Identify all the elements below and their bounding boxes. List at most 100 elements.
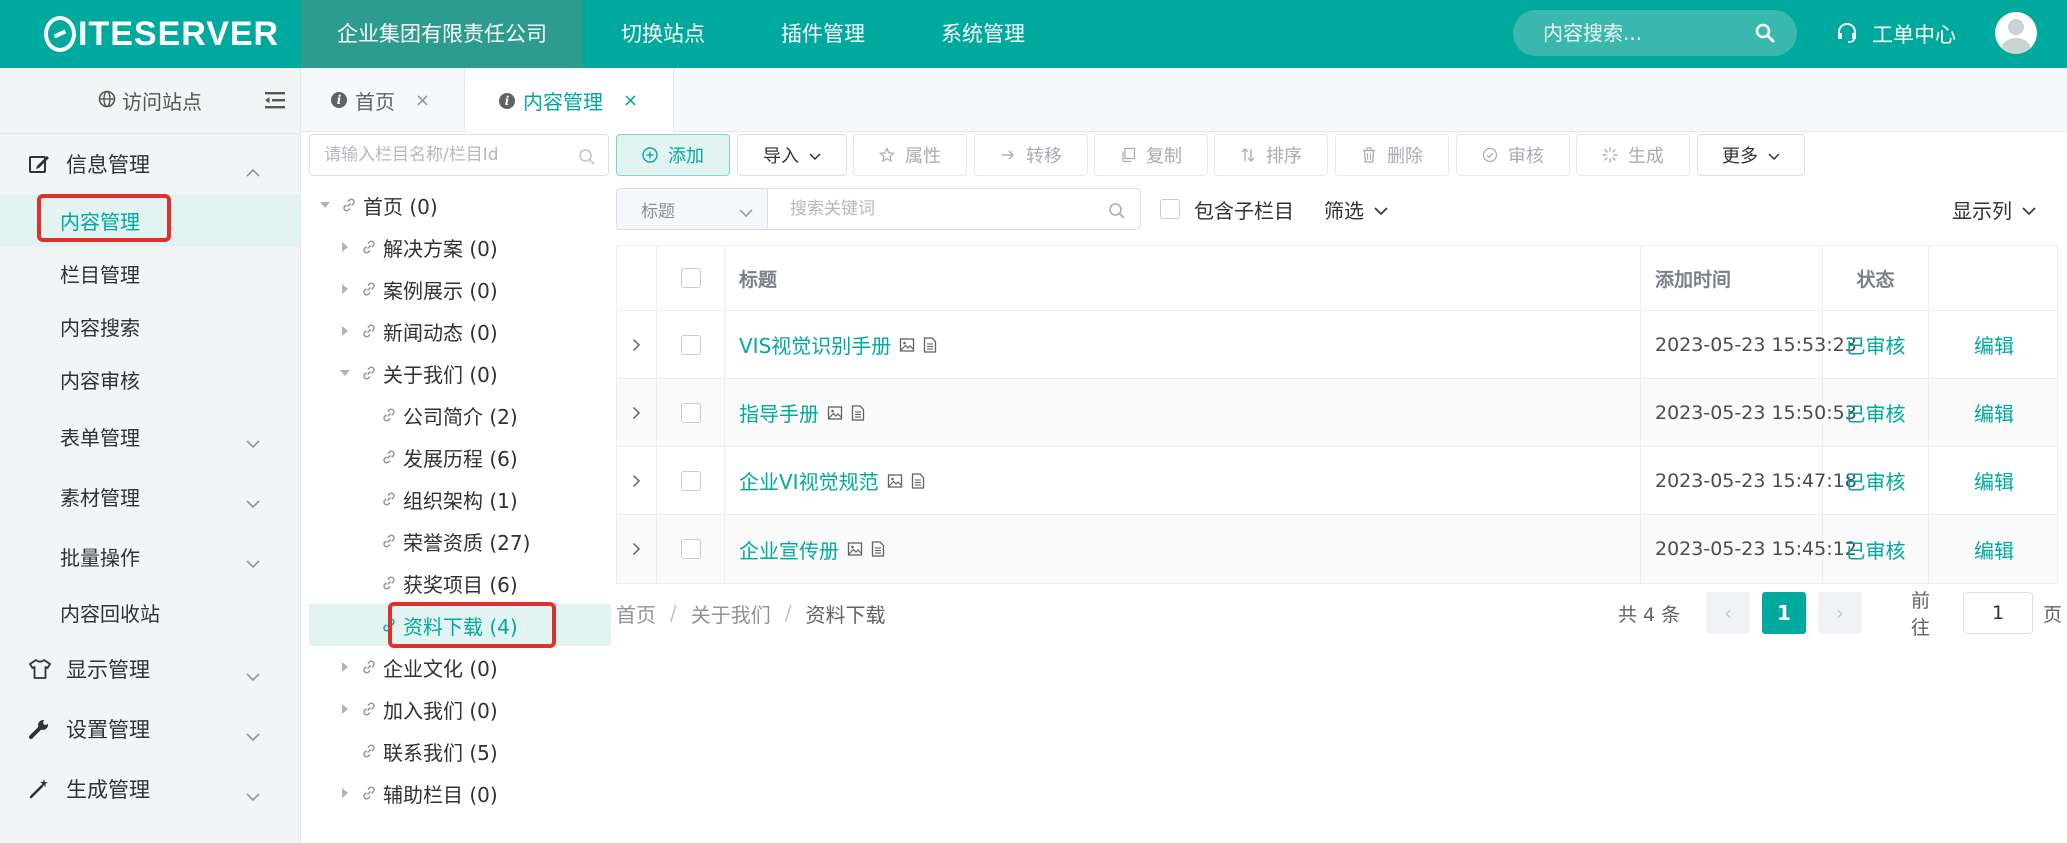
row-checkbox[interactable] <box>680 539 701 559</box>
chevron-right-icon[interactable] <box>632 469 641 493</box>
tree-node-awards[interactable]: 获奖项目 (6) <box>309 562 611 604</box>
row-checkbox[interactable] <box>680 470 701 491</box>
status-link[interactable]: 已审核 <box>1846 466 1906 495</box>
sidebar-item-content-management[interactable]: 内容管理 <box>0 194 300 247</box>
tree-node-contact-us[interactable]: 联系我们 (5) <box>309 730 611 772</box>
content-title-link[interactable]: 指导手册 <box>739 398 819 427</box>
expand-row-cell[interactable] <box>617 379 657 446</box>
import-button[interactable]: 导入 <box>737 134 847 176</box>
sidebar-item-batch-operations[interactable]: 批量操作 <box>0 526 300 586</box>
search-icon[interactable] <box>1755 23 1775 48</box>
display-columns-dropdown[interactable]: 显示列 <box>1952 188 2036 230</box>
tree-search-input[interactable] <box>324 135 574 175</box>
caret-down-icon[interactable] <box>335 369 355 377</box>
tree-node-downloads[interactable]: 资料下载 (4) <box>309 604 611 646</box>
status-link[interactable]: 已审核 <box>1846 535 1906 564</box>
include-subchannels-checkbox[interactable] <box>1160 199 1180 219</box>
edit-link[interactable]: 编辑 <box>1974 330 2014 359</box>
nav-switch-site[interactable]: 切换站点 <box>583 0 743 68</box>
edit-link[interactable]: 编辑 <box>1974 398 2014 427</box>
edit-link[interactable]: 编辑 <box>1974 466 2014 495</box>
prev-page-button[interactable]: ‹ <box>1706 592 1750 634</box>
caret-down-icon[interactable] <box>315 201 335 209</box>
chevron-right-icon[interactable] <box>632 401 641 425</box>
tab-home[interactable]: i 首页 × <box>331 68 430 132</box>
filter-dropdown[interactable]: 筛选 <box>1324 188 1388 230</box>
nav-plugins[interactable]: 插件管理 <box>743 0 903 68</box>
more-button[interactable]: 更多 <box>1697 134 1805 176</box>
ticket-center-link[interactable]: 工单中心 <box>1836 0 1956 68</box>
close-icon[interactable]: × <box>623 90 638 111</box>
caret-right-icon[interactable] <box>335 325 355 337</box>
tree-node-auxiliary[interactable]: 辅助栏目 (0) <box>309 772 611 814</box>
copy-button[interactable]: 复制 <box>1094 134 1208 176</box>
user-avatar[interactable] <box>1995 12 2037 54</box>
tree-node-solutions[interactable]: 解决方案 (0) <box>309 226 611 268</box>
tree-node-news[interactable]: 新闻动态 (0) <box>309 310 611 352</box>
tree-node-join-us[interactable]: 加入我们 (0) <box>309 688 611 730</box>
menu-info-management[interactable]: 信息管理 <box>0 134 300 194</box>
tree-node-organization[interactable]: 组织架构 (1) <box>309 478 611 520</box>
collapse-menu-icon[interactable] <box>264 90 286 115</box>
sidebar-item-channel-management[interactable]: 栏目管理 <box>0 247 300 300</box>
tree-node-about-us[interactable]: 关于我们 (0) <box>309 352 611 394</box>
sort-button[interactable]: 排序 <box>1214 134 1328 176</box>
caret-right-icon[interactable] <box>335 703 355 715</box>
tab-content-management[interactable]: i 内容管理 × <box>464 68 674 133</box>
chevron-right-icon[interactable] <box>632 537 641 561</box>
content-title-link[interactable]: VIS视觉识别手册 <box>739 330 891 359</box>
status-link[interactable]: 已审核 <box>1846 398 1906 427</box>
tree-node-cases[interactable]: 案例展示 (0) <box>309 268 611 310</box>
row-checkbox[interactable] <box>680 402 701 423</box>
expand-row-cell[interactable] <box>617 447 657 514</box>
move-button[interactable]: 转移 <box>974 134 1088 176</box>
add-button[interactable]: 添加 <box>616 134 730 176</box>
caret-right-icon[interactable] <box>335 661 355 673</box>
sidebar-item-material-management[interactable]: 素材管理 <box>0 466 300 526</box>
expand-row-cell[interactable] <box>617 311 657 378</box>
breadcrumb-about[interactable]: 关于我们 <box>691 599 771 628</box>
sidebar-item-form-management[interactable]: 表单管理 <box>0 406 300 466</box>
chevron-right-icon[interactable] <box>632 333 641 357</box>
attributes-button[interactable]: 属性 <box>853 134 967 176</box>
nav-site-name[interactable]: 企业集团有限责任公司 <box>301 0 583 68</box>
page-number-current[interactable]: 1 <box>1762 592 1806 634</box>
sidebar-item-content-search[interactable]: 内容搜索 <box>0 300 300 353</box>
breadcrumb-home[interactable]: 首页 <box>616 599 656 628</box>
material-management-label: 素材管理 <box>60 485 140 510</box>
expand-row-cell[interactable] <box>617 515 657 583</box>
review-button[interactable]: 审核 <box>1456 134 1570 176</box>
nav-system[interactable]: 系统管理 <box>903 0 1063 68</box>
tree-node-history[interactable]: 发展历程 (6) <box>309 436 611 478</box>
caret-right-icon[interactable] <box>335 241 355 253</box>
tree-node-company-profile[interactable]: 公司简介 (2) <box>309 394 611 436</box>
search-icon[interactable] <box>1108 201 1126 225</box>
content-title-link[interactable]: 企业VI视觉规范 <box>739 466 879 495</box>
menu-generate-management[interactable]: 生成管理 <box>0 759 300 819</box>
keyword-search-input[interactable] <box>790 189 1090 229</box>
status-link[interactable]: 已审核 <box>1846 330 1906 359</box>
siteserver-logo[interactable]: ITESERVER <box>44 12 279 56</box>
content-title-link[interactable]: 企业宣传册 <box>739 535 839 564</box>
menu-settings-management[interactable]: 设置管理 <box>0 699 300 759</box>
delete-button[interactable]: 删除 <box>1335 134 1449 176</box>
sidebar-item-recycle-bin[interactable]: 内容回收站 <box>0 586 300 639</box>
visit-site-link[interactable]: 访问站点 <box>122 86 202 115</box>
select-all-checkbox[interactable] <box>680 268 701 288</box>
caret-right-icon[interactable] <box>335 283 355 295</box>
caret-right-icon[interactable] <box>335 787 355 799</box>
generate-button[interactable]: 生成 <box>1576 134 1690 176</box>
include-subchannels-option[interactable]: 包含子栏目 <box>1160 188 1294 230</box>
edit-link[interactable]: 编辑 <box>1974 535 2014 564</box>
tree-node-culture[interactable]: 企业文化 (0) <box>309 646 611 688</box>
close-icon[interactable]: × <box>415 90 430 111</box>
global-search-input[interactable] <box>1543 10 1743 56</box>
goto-page-input[interactable] <box>1962 592 2033 634</box>
sidebar-item-content-review[interactable]: 内容审核 <box>0 353 300 406</box>
row-checkbox[interactable] <box>680 334 701 355</box>
menu-display-management[interactable]: 显示管理 <box>0 639 300 699</box>
next-page-button[interactable]: › <box>1818 592 1862 634</box>
tree-node-home[interactable]: 首页 (0) <box>309 184 611 226</box>
search-field-select[interactable]: 标题 <box>616 188 768 230</box>
tree-node-honors[interactable]: 荣誉资质 (27) <box>309 520 611 562</box>
